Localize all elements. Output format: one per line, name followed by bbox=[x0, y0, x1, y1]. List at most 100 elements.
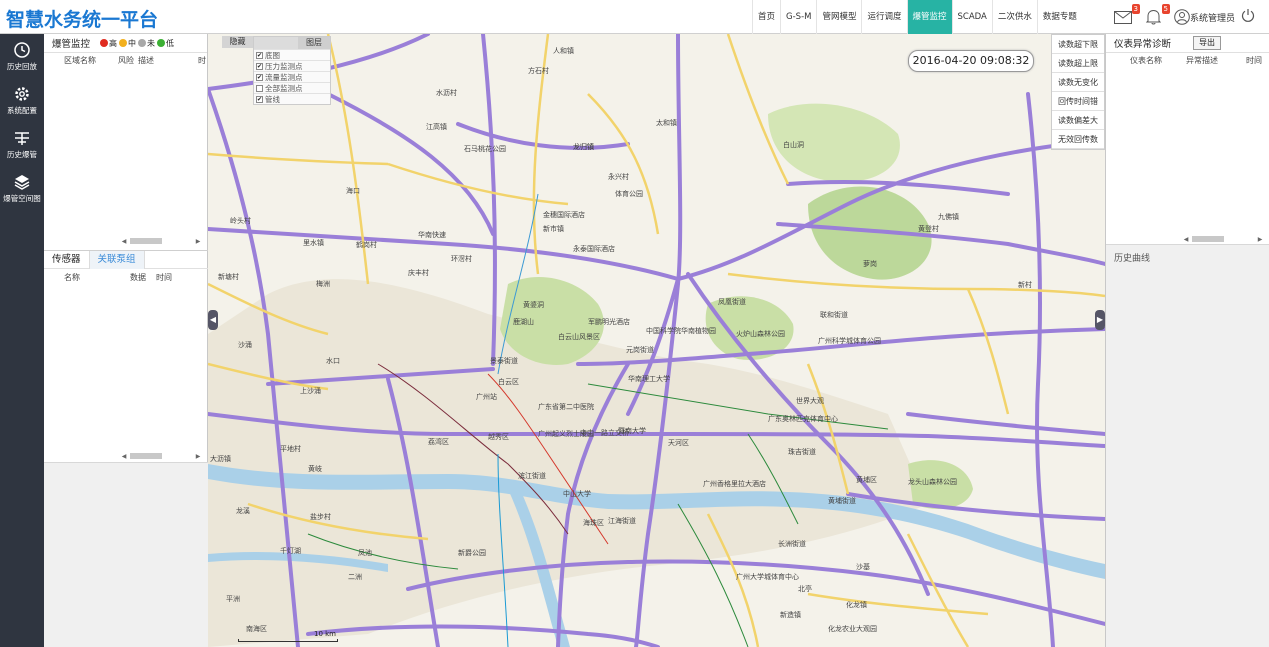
col-time: 时间 bbox=[1246, 55, 1262, 65]
map-place-label: 中国科学院华南植物园 bbox=[646, 327, 716, 335]
checkbox[interactable]: ✔ bbox=[256, 51, 263, 59]
map-place-label: 景泰街道 bbox=[490, 357, 518, 365]
scroll-right-arrow[interactable]: ▶ bbox=[194, 453, 202, 460]
checkbox[interactable]: ✔ bbox=[256, 95, 263, 103]
logout-button[interactable] bbox=[1241, 8, 1255, 26]
user-menu[interactable]: 系统管理员 bbox=[1174, 9, 1235, 25]
map-place-label: 新爵公园 bbox=[458, 549, 486, 557]
sidebar-item-history-replay[interactable]: 历史回放 bbox=[0, 34, 44, 78]
sidebar-item-burst-map[interactable]: 爆管空间图 bbox=[0, 166, 44, 210]
map-place-label: 中山大学 bbox=[563, 490, 591, 498]
map-place-label: 九佛镇 bbox=[938, 213, 959, 221]
map-place-label: 黄岐 bbox=[308, 465, 322, 473]
nav-item-7[interactable]: 数据专题 bbox=[1036, 0, 1082, 34]
anomaly-filter-list: 读数超下限 读数超上限 读数无变化 回传时间错 读数偏差大 无效回传数 bbox=[1051, 34, 1105, 150]
app-logo-title: 智慧水务统一平台 bbox=[6, 9, 159, 31]
city-map[interactable]: 北二环高速人和镇方石村水沥村太和镇江高镇石马桃花公园龙归镇白山洞龙归镇永兴村体育… bbox=[208, 34, 1105, 647]
col-risk: 风险 bbox=[118, 55, 134, 65]
layer-panel-title: 图层 bbox=[298, 37, 330, 49]
burst-table-scrollbar[interactable]: ◀ ▶ bbox=[120, 237, 202, 245]
checkbox[interactable]: ✔ bbox=[256, 62, 263, 70]
sensor-table-scrollbar[interactable]: ◀ ▶ bbox=[120, 452, 202, 460]
checkbox[interactable] bbox=[256, 84, 263, 92]
scroll-left-arrow[interactable]: ◀ bbox=[120, 453, 128, 460]
collapse-right-panel-button[interactable]: ▶ bbox=[1095, 310, 1105, 330]
filter-below-lower-limit[interactable]: 读数超下限 bbox=[1052, 35, 1104, 54]
filter-no-change[interactable]: 读数无变化 bbox=[1052, 73, 1104, 92]
scroll-thumb[interactable] bbox=[1192, 236, 1224, 242]
legend-label-high: 高 bbox=[109, 38, 118, 48]
map-place-label: 白云山风景区 bbox=[558, 333, 600, 341]
map-place-label: 黄婆洞 bbox=[523, 301, 544, 309]
map-place-label: 方石村 bbox=[528, 67, 549, 75]
filter-above-upper-limit[interactable]: 读数超上限 bbox=[1052, 54, 1104, 73]
layer-pressure-points[interactable]: ✔ 压力监测点 bbox=[254, 60, 330, 71]
nav-item-6[interactable]: 二次供水 bbox=[991, 0, 1037, 34]
map-place-label: 黄登村 bbox=[918, 225, 939, 233]
top-header: 智慧水务统一平台 首页 G-S-M 管网模型 运行调度 爆管监控 SCADA 二次供水 数据专… bbox=[0, 0, 1269, 34]
sidebar-item-history-burst[interactable]: 历史爆管 bbox=[0, 122, 44, 166]
map-place-label: 新造镇 bbox=[780, 611, 801, 619]
nav-item-5[interactable]: SCADA bbox=[951, 0, 992, 34]
map-place-label: 元岗街道 bbox=[626, 346, 654, 354]
map-place-label: 二洲 bbox=[348, 573, 362, 581]
scroll-left-arrow[interactable]: ◀ bbox=[1182, 236, 1190, 243]
col-anomaly-desc: 异常描述 bbox=[1186, 55, 1218, 65]
map-place-label: 岭头村 bbox=[230, 217, 251, 225]
map-place-label: 龙归镇 bbox=[573, 143, 594, 151]
bell-count-badge: 5 bbox=[1161, 4, 1170, 14]
map-place-label: 金穗国际酒店 bbox=[543, 211, 585, 219]
hide-layers-button[interactable]: 隐藏 bbox=[222, 36, 253, 48]
nav-item-1[interactable]: G-S-M bbox=[780, 0, 816, 34]
col-meter-name: 仪表名称 bbox=[1130, 55, 1162, 65]
scroll-thumb[interactable] bbox=[130, 453, 162, 459]
filter-invalid-count[interactable]: 无效回传数 bbox=[1052, 130, 1104, 149]
scroll-left-arrow[interactable]: ◀ bbox=[120, 238, 128, 245]
mail-button[interactable]: 3 bbox=[1112, 4, 1140, 27]
layer-pipelines[interactable]: ✔ 管线 bbox=[254, 93, 330, 104]
nav-item-2[interactable]: 管网模型 bbox=[816, 0, 861, 34]
nav-item-0[interactable]: 首页 bbox=[752, 0, 780, 34]
scroll-thumb[interactable] bbox=[130, 238, 162, 244]
map-place-label: 永兴村 bbox=[608, 173, 629, 181]
export-button[interactable]: 导出 bbox=[1193, 36, 1222, 50]
sidebar-item-label: 系统配置 bbox=[7, 105, 37, 115]
nav-item-3[interactable]: 运行调度 bbox=[861, 0, 906, 34]
map-place-label: 鹿湖山 bbox=[513, 318, 534, 326]
history-curve-area: 历史曲线 bbox=[1106, 244, 1269, 647]
map-place-label: 上沙涌 bbox=[300, 387, 321, 395]
meter-table-scrollbar[interactable]: ◀ ▶ bbox=[1182, 235, 1264, 243]
tab-sensor[interactable]: 传感器 bbox=[44, 251, 89, 269]
scroll-right-arrow[interactable]: ▶ bbox=[1256, 236, 1264, 243]
checkbox[interactable]: ✔ bbox=[256, 73, 263, 81]
mail-icon bbox=[1114, 10, 1132, 24]
sensor-table-header: 名称 数据 时间 bbox=[44, 270, 208, 284]
map-place-label: 北亭 bbox=[798, 585, 812, 593]
notification-button[interactable]: 5 bbox=[1142, 4, 1170, 27]
tab-related-pumps[interactable]: 关联泵组 bbox=[88, 250, 145, 269]
map-place-label: 海珠区 bbox=[583, 519, 604, 527]
bell-icon bbox=[1145, 9, 1161, 25]
map-place-label: 军鹏明光酒店 bbox=[588, 318, 630, 326]
map-place-label: 盐步村 bbox=[310, 513, 331, 521]
collapse-left-panel-button[interactable]: ◀ bbox=[208, 310, 218, 330]
map-place-label: 鹤岗村 bbox=[356, 241, 377, 249]
map-place-label: 火炉山森林公园 bbox=[736, 330, 785, 338]
map-place-label: 天河区 bbox=[668, 439, 689, 447]
filter-large-deviation[interactable]: 读数偏差大 bbox=[1052, 111, 1104, 130]
filter-time-error[interactable]: 回传时间错 bbox=[1052, 92, 1104, 111]
scroll-right-arrow[interactable]: ▶ bbox=[194, 238, 202, 245]
layer-flow-points[interactable]: ✔ 流量监测点 bbox=[254, 71, 330, 82]
sidebar-item-system-config[interactable]: 系统配置 bbox=[0, 78, 44, 122]
legend-dot-high bbox=[100, 39, 109, 47]
map-place-label: 广州大学城体育中心 bbox=[736, 573, 799, 581]
layer-all-points[interactable]: 全部监测点 bbox=[254, 82, 330, 93]
layer-basemap[interactable]: ✔ 底图 bbox=[254, 49, 330, 60]
panel-title: 仪表异常诊断 bbox=[1114, 39, 1172, 50]
map-place-label: 黄埔区 bbox=[856, 476, 877, 484]
risk-legend: 高 中 未 低 bbox=[98, 38, 174, 49]
legend-label-low: 低 bbox=[166, 38, 175, 48]
map-place-label: 凤池 bbox=[358, 549, 372, 557]
nav-item-4[interactable]: 爆管监控 bbox=[906, 0, 952, 34]
map-place-label: 滨江街道 bbox=[518, 472, 546, 480]
